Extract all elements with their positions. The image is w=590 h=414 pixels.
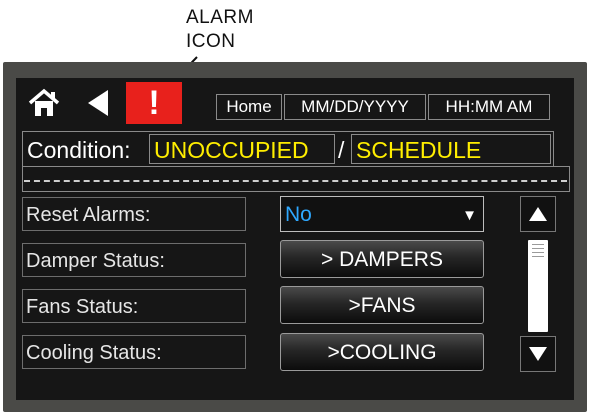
fans-button[interactable]: >FANS [280, 286, 484, 324]
triangle-down-icon [529, 347, 547, 361]
dampers-button[interactable]: > DAMPERS [280, 240, 484, 278]
scroll-up-button[interactable] [520, 196, 556, 232]
cooling-button[interactable]: >COOLING [280, 333, 484, 371]
alarm-exclamation-icon: ! [148, 83, 160, 122]
reset-alarms-value: No [285, 203, 312, 226]
scrollbar-grip-line [532, 252, 544, 253]
scrollbar-grip-line [532, 248, 544, 249]
scroll-down-button[interactable] [520, 336, 556, 372]
cooling-status-label: Cooling Status: [22, 335, 246, 369]
dashed-divider [24, 180, 567, 182]
time-display[interactable]: HH:MM AM [428, 94, 550, 120]
occupancy-value: UNOCCUPIED [149, 134, 335, 164]
home-button[interactable] [25, 86, 63, 119]
reset-alarms-label: Reset Alarms: [22, 197, 246, 231]
condition-label: Condition: [27, 137, 131, 163]
mode-value: SCHEDULE [351, 134, 551, 164]
home-icon [28, 88, 60, 116]
scrollbar-thumb[interactable] [528, 240, 548, 332]
reset-alarms-dropdown[interactable]: No ▼ [280, 196, 484, 232]
fans-status-label: Fans Status: [22, 289, 246, 323]
divider-frame [22, 166, 570, 192]
date-display[interactable]: MM/DD/YYYY [284, 94, 426, 120]
scrollbar-grip-line [532, 256, 544, 257]
home-label[interactable]: Home [216, 94, 282, 120]
triangle-up-icon [529, 207, 547, 221]
alarm-button[interactable]: ! [126, 82, 182, 124]
back-button[interactable] [84, 88, 112, 118]
chevron-down-icon: ▼ [462, 207, 477, 224]
back-arrow-icon [88, 90, 108, 116]
condition-separator: / [338, 137, 345, 163]
scrollbar-grip-line [532, 244, 544, 245]
damper-status-label: Damper Status: [22, 243, 246, 277]
